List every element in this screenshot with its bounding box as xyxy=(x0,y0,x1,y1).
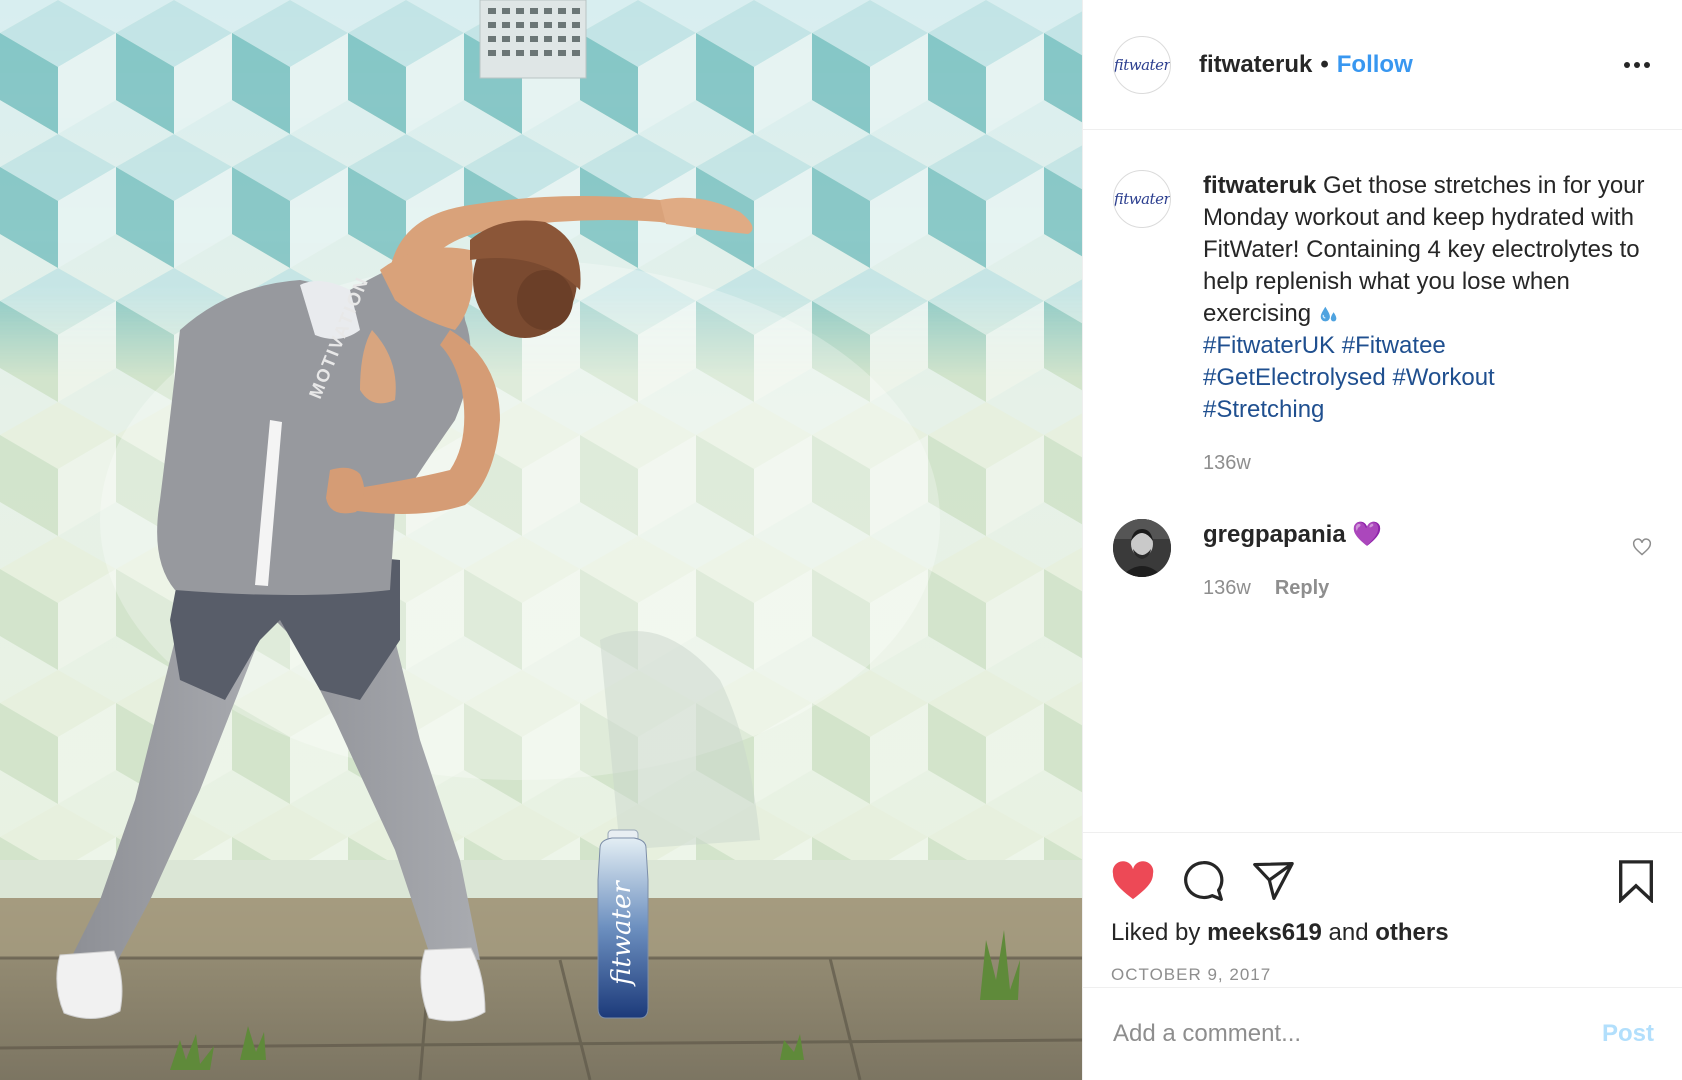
hashtag-link[interactable]: #GetElectrolysed xyxy=(1203,364,1386,391)
follow-button[interactable]: Follow xyxy=(1337,51,1413,79)
comment-timestamp[interactable]: 136w xyxy=(1203,577,1251,600)
comment-body: gregpapania 💜 136w Reply xyxy=(1203,519,1620,600)
commenter-photo xyxy=(1113,519,1171,577)
hashtag-link[interactable]: #Fitwatee xyxy=(1342,332,1446,359)
action-icons-row xyxy=(1111,851,1656,911)
caption-avatar[interactable]: fitwater xyxy=(1113,170,1171,228)
header-separator: • xyxy=(1320,50,1329,78)
more-icon[interactable] xyxy=(1620,54,1654,76)
comment-meta: 136w Reply xyxy=(1203,577,1620,600)
avatar-logo-text: fitwater xyxy=(1113,55,1171,74)
comment-input[interactable] xyxy=(1113,1020,1602,1048)
caption-text-block: fitwateruk Get those stretches in for yo… xyxy=(1203,170,1652,426)
comments-section[interactable]: fitwater fitwateruk Get those stretches … xyxy=(1083,130,1682,832)
post-view: MOTIVATION fitwater fitwater fitwateruk xyxy=(0,0,1682,1080)
comment-text-block: gregpapania 💜 xyxy=(1203,519,1620,551)
heart-outline-icon[interactable] xyxy=(1632,537,1652,562)
liked-and: and xyxy=(1328,919,1369,946)
share-icon[interactable] xyxy=(1251,860,1295,902)
hashtag-link[interactable]: #Workout xyxy=(1392,364,1494,391)
liked-others-link[interactable]: others xyxy=(1375,919,1448,946)
post-header: fitwater fitwateruk • Follow xyxy=(1083,0,1682,130)
add-comment-bar: Post xyxy=(1083,987,1682,1080)
bookmark-icon[interactable] xyxy=(1616,859,1656,903)
post-photo[interactable]: MOTIVATION fitwater xyxy=(0,0,1082,1080)
hashtag-link[interactable]: #FitwaterUK xyxy=(1203,332,1335,359)
caption-body: fitwateruk Get those stretches in for yo… xyxy=(1203,170,1652,475)
sweat-droplets-icon xyxy=(1320,306,1337,322)
liked-user-link[interactable]: meeks619 xyxy=(1207,919,1322,946)
comment-item: gregpapania 💜 136w Reply xyxy=(1113,519,1652,600)
header-username[interactable]: fitwateruk xyxy=(1199,51,1312,79)
post-side-panel: fitwater fitwateruk • Follow fitwater fi… xyxy=(1082,0,1682,1080)
post-date[interactable]: OCTOBER 9, 2017 xyxy=(1111,965,1656,985)
heart-filled-icon[interactable] xyxy=(1111,861,1155,901)
comment-icon[interactable] xyxy=(1181,859,1225,903)
likes-summary: Liked by meeks619 and others xyxy=(1111,919,1656,947)
caption-timestamp[interactable]: 136w xyxy=(1203,452,1251,475)
avatar-logo-text: fitwater xyxy=(1113,190,1171,208)
hashtag-link[interactable]: #Stretching xyxy=(1203,396,1324,423)
caption-username[interactable]: fitwateruk xyxy=(1203,172,1316,199)
post-actions: Liked by meeks619 and others OCTOBER 9, … xyxy=(1083,832,1682,987)
post-comment-button[interactable]: Post xyxy=(1602,1020,1654,1048)
bottle-label: fitwater xyxy=(607,880,637,987)
photo-illustration: MOTIVATION fitwater xyxy=(0,0,1082,1080)
caption-meta: 136w xyxy=(1203,452,1652,475)
caption-comment: fitwater fitwateruk Get those stretches … xyxy=(1113,170,1652,475)
account-avatar[interactable]: fitwater xyxy=(1113,35,1171,94)
liked-prefix: Liked by xyxy=(1111,919,1201,946)
comment-emoji: 💜 xyxy=(1352,521,1383,548)
comment-username[interactable]: gregpapania xyxy=(1203,521,1346,548)
reply-button[interactable]: Reply xyxy=(1275,577,1329,600)
commenter-avatar[interactable] xyxy=(1113,519,1171,577)
